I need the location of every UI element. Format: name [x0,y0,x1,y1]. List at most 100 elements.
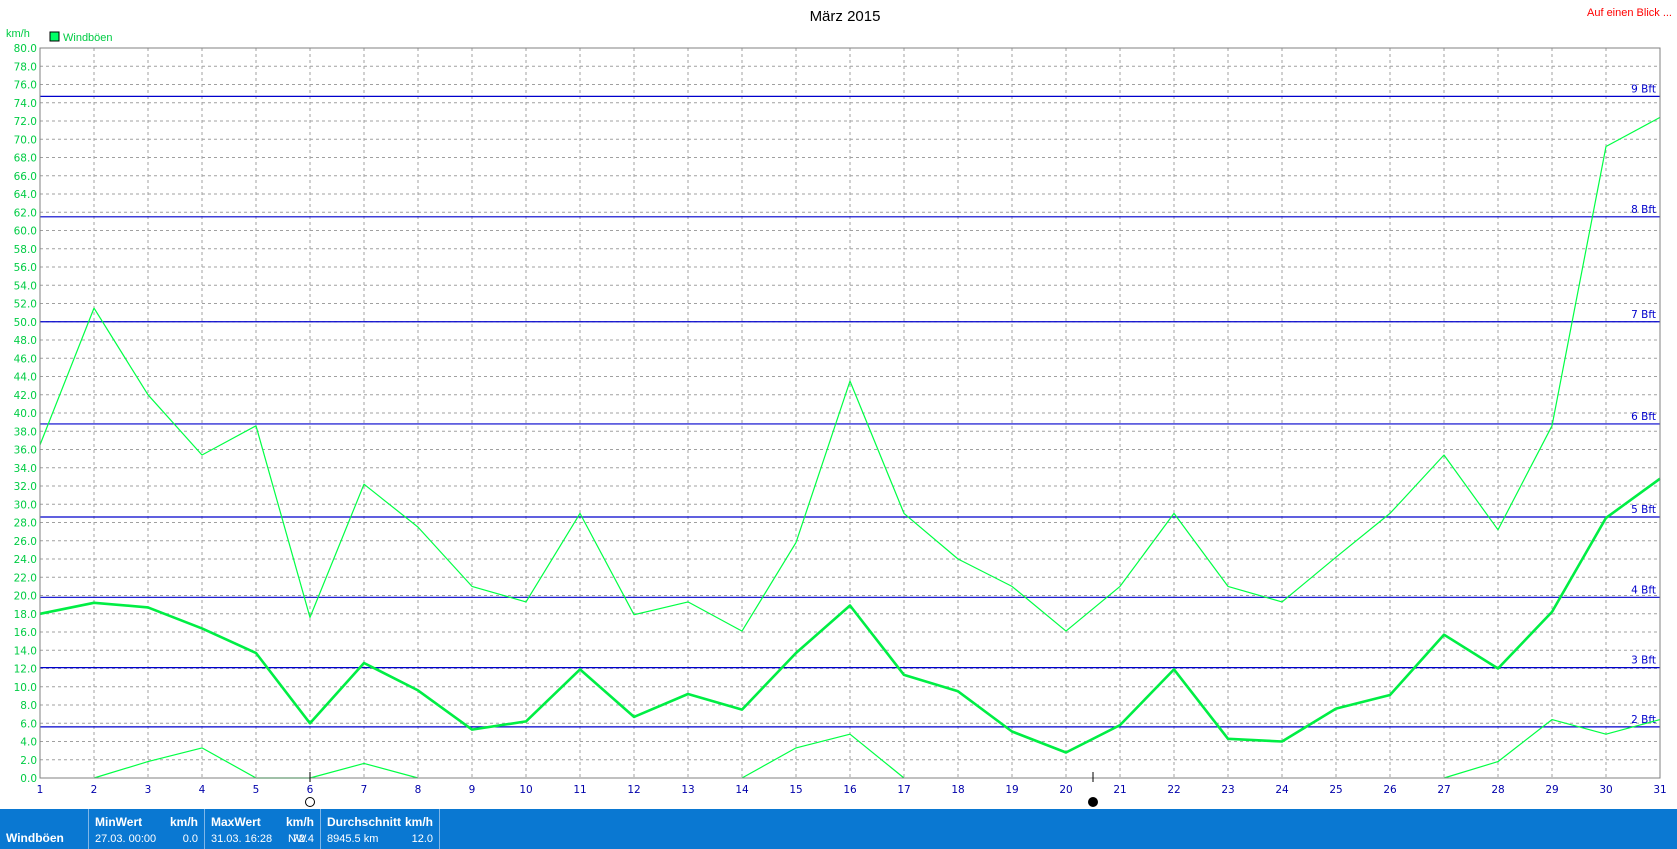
x-tick-label: 19 [1005,784,1018,796]
y-tick-label: 44.0 [14,372,37,384]
status-avg-cell: Durchschnitt km/h 8945.5 km 12.0 [321,809,440,849]
beaufort-label: 3 Bft [1631,655,1656,667]
x-tick-label: 17 [897,784,910,796]
x-tick-label: 12 [627,784,640,796]
y-tick-label: 46.0 [14,353,37,365]
x-tick-label: 27 [1437,784,1450,796]
y-tick-label: 72.0 [14,116,37,128]
y-tick-label: 2.0 [20,755,37,767]
x-tick-label: 2 [91,784,98,796]
y-tick-label: 74.0 [14,98,37,110]
x-tick-label: 3 [145,784,152,796]
y-tick-label: 64.0 [14,189,37,201]
max-label: MaxWert [211,815,261,829]
beaufort-label: 7 Bft [1631,309,1656,321]
y-tick-label: 80.0 [14,43,37,55]
y-tick-label: 52.0 [14,299,37,311]
overview-link[interactable]: Auf einen Blick ... [1587,7,1672,19]
y-tick-label: 36.0 [14,445,37,457]
status-bar: Windböen MinWert km/h 27.03. 00:00 0.0 M… [0,809,1677,849]
beaufort-label: 6 Bft [1631,411,1656,423]
y-tick-label: 32.0 [14,481,37,493]
avg-value: 12.0 [411,833,433,845]
x-tick-label: 24 [1275,784,1289,796]
avg-unit: km/h [404,815,433,829]
x-tick-label: 8 [415,784,422,796]
x-tick-label: 31 [1653,784,1666,796]
y-tick-label: 38.0 [14,426,37,438]
x-tick-label: 16 [843,784,857,796]
y-tick-label: 14.0 [14,645,37,657]
y-tick-label: 30.0 [14,499,37,511]
wind-chart: März 2015 Auf einen Blick ... km/h Windb… [6,7,1672,807]
y-tick-label: 70.0 [14,134,37,146]
x-tick-label: 15 [789,784,802,796]
y-tick-label: 48.0 [14,335,37,347]
x-tick-label: 4 [199,784,206,796]
x-tick-label: 6 [307,784,314,796]
x-tick-label: 1 [37,784,44,796]
y-tick-label: 16.0 [14,627,37,639]
y-tick-label: 34.0 [14,463,37,475]
y-tick-label: 68.0 [14,153,37,165]
x-tick-label: 14 [735,784,749,796]
full-moon-icon [305,797,315,807]
min-value: 0.0 [182,833,198,845]
y-tick-label: 26.0 [14,536,37,548]
y-tick-label: 24.0 [14,554,37,566]
y-tick-label: 50.0 [14,317,37,329]
y-tick-label: 62.0 [14,207,37,219]
avg-label: Durchschnitt [327,815,402,829]
legend-swatch [49,31,60,42]
y-tick-label: 78.0 [14,61,37,73]
y-tick-label: 60.0 [14,226,37,238]
chart-title: März 2015 [810,8,881,25]
y-tick-label: 76.0 [14,80,37,92]
beaufort-label: 4 Bft [1631,584,1656,596]
beaufort-label: 8 Bft [1631,204,1656,216]
x-tick-label: 13 [681,784,694,796]
max-value: 72.4 [292,833,314,845]
new-moon-icon [1088,797,1098,807]
avg-distance: 8945.5 km [327,833,379,845]
y-tick-label: 18.0 [14,609,37,621]
legend-label: Windböen [63,32,113,44]
x-tick-label: 10 [519,784,532,796]
status-series-cell: Windböen [0,809,89,849]
min-unit: km/h [169,815,198,829]
y-tick-label: 66.0 [14,171,37,183]
y-axis-unit: km/h [6,28,30,40]
status-max-cell: MaxWert km/h 31.03. 16:28 NW 72.4 [205,809,321,849]
x-tick-label: 29 [1545,784,1558,796]
y-tick-label: 20.0 [14,591,37,603]
beaufort-label: 5 Bft [1631,504,1656,516]
x-tick-label: 21 [1113,784,1126,796]
y-tick-label: 54.0 [14,280,37,292]
y-tick-label: 40.0 [14,408,37,420]
beaufort-label: 9 Bft [1631,83,1656,95]
y-tick-label: 8.0 [20,700,37,712]
x-tick-label: 5 [253,784,260,796]
status-min-cell: MinWert km/h 27.03. 00:00 0.0 [89,809,205,849]
x-tick-label: 25 [1329,784,1342,796]
min-label: MinWert [95,815,143,829]
x-tick-label: 7 [361,784,368,796]
x-tick-label: 11 [573,784,586,796]
status-series-name: Windböen [6,831,64,845]
max-unit: km/h [285,815,314,829]
x-tick-label: 18 [951,784,964,796]
min-when: 27.03. 00:00 [95,833,157,845]
y-tick-label: 0.0 [20,773,37,785]
y-tick-label: 28.0 [14,518,37,530]
y-tick-label: 58.0 [14,244,37,256]
series-line-minimum [741,733,905,779]
y-tick-label: 4.0 [20,737,37,749]
y-tick-label: 56.0 [14,262,37,274]
y-tick-label: 6.0 [20,718,37,730]
y-tick-label: 10.0 [14,682,37,694]
max-when: 31.03. 16:28 [211,833,273,845]
x-tick-label: 26 [1383,784,1397,796]
x-tick-label: 28 [1491,784,1504,796]
x-tick-label: 20 [1059,784,1072,796]
x-tick-label: 23 [1221,784,1234,796]
